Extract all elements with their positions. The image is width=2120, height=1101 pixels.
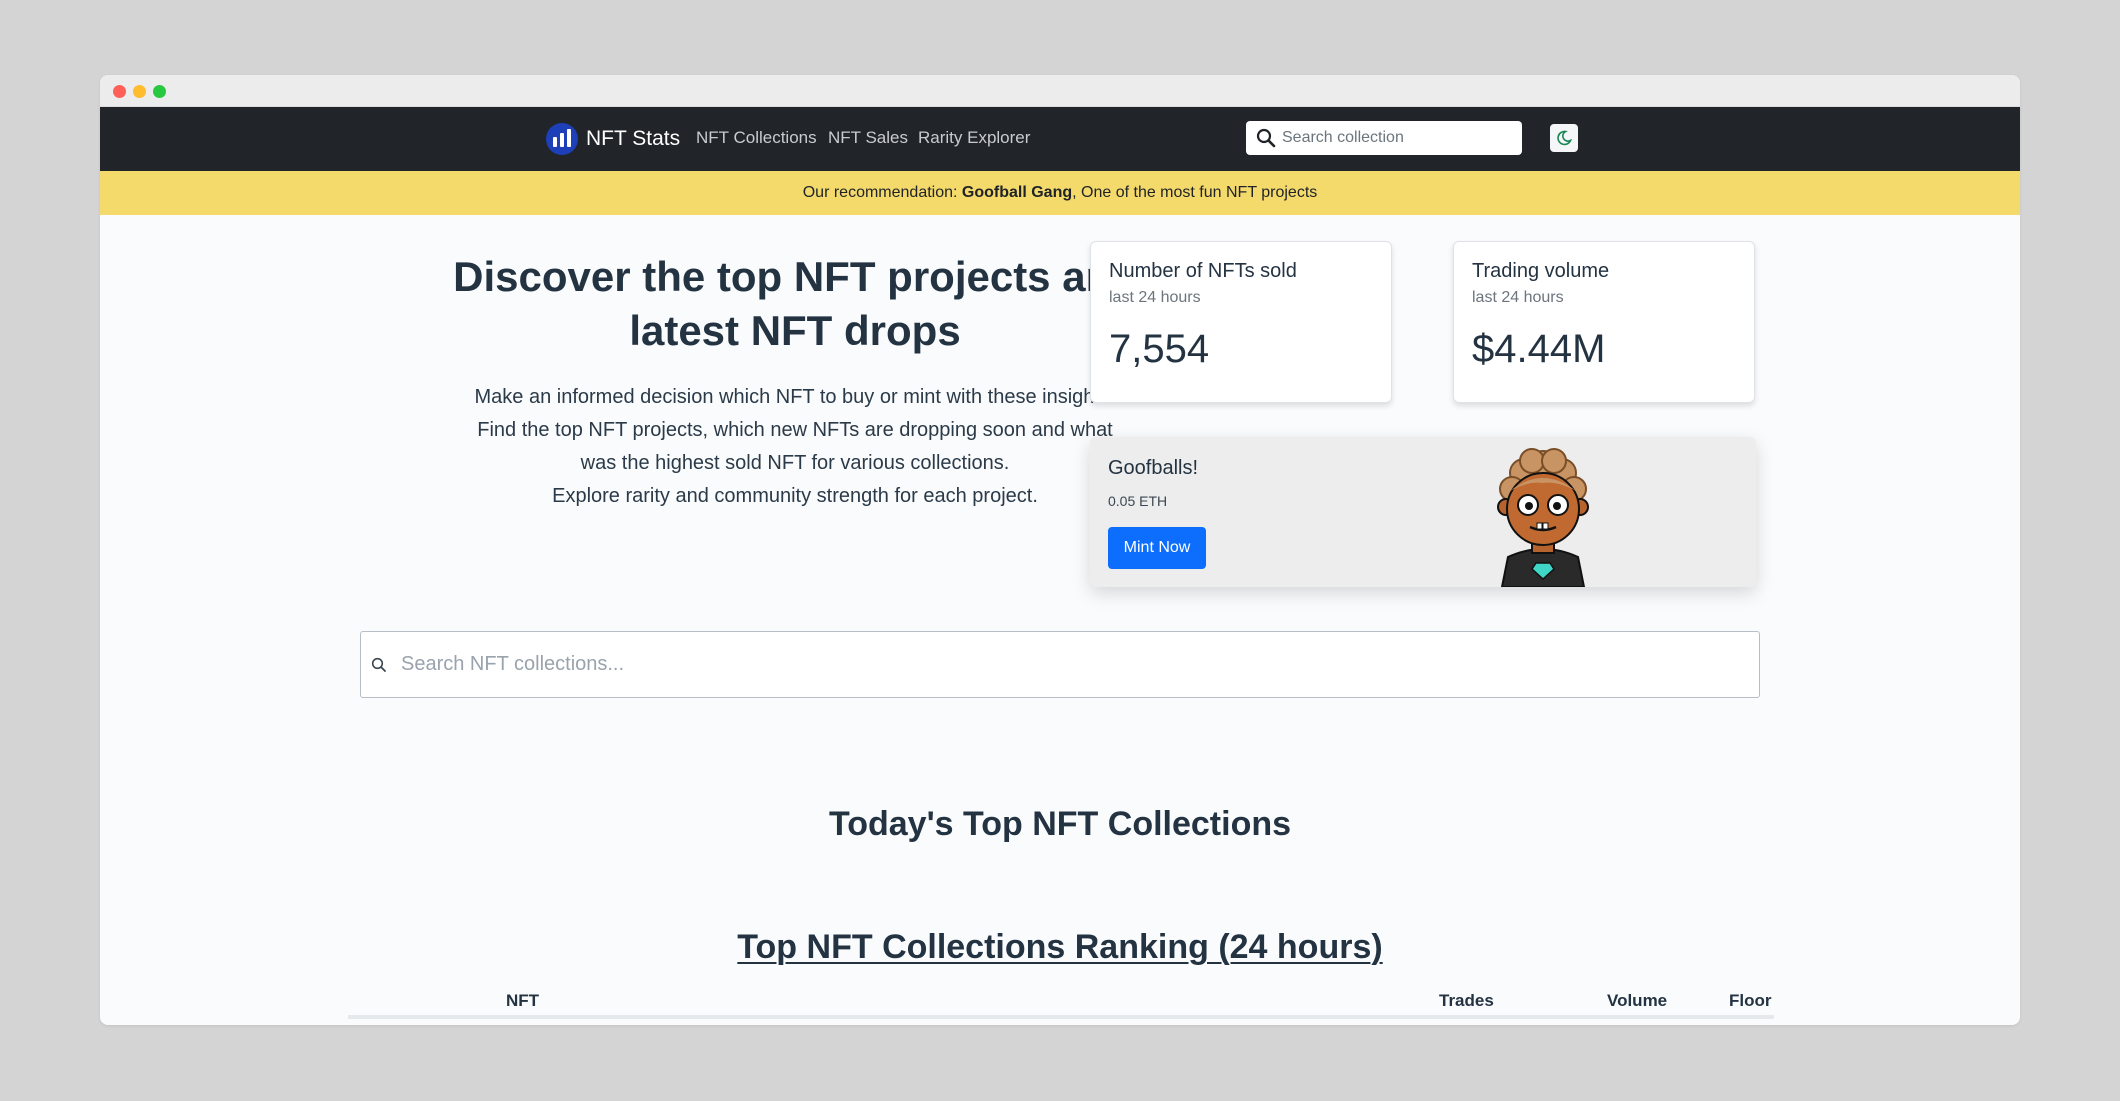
nav-link-nft-sales[interactable]: NFT Sales (828, 128, 908, 148)
hero-desc-line: Make an informed decision which NFT to b… (474, 386, 1116, 408)
hero-title-line-1: Discover the top NFT projects and (453, 253, 1137, 300)
search-icon (371, 657, 386, 672)
top-collections-heading: Today's Top NFT Collections (828, 805, 1292, 843)
brand-name: NFT Stats (586, 127, 681, 150)
ranking-table-header: NFT Trades Volume Floor (348, 983, 1774, 1019)
stat-subtitle: last 24 hours (1109, 289, 1201, 306)
banner-suffix: , One of the most fun NFT projects (1072, 184, 1318, 201)
minimize-window-button[interactable] (133, 85, 146, 98)
ranking-heading-link[interactable]: Top NFT Collections Ranking (24 hours) (100, 928, 2020, 967)
top-navbar: NFT Stats NFT Collections NFT Sales Rari… (100, 107, 2020, 171)
close-window-button[interactable] (113, 85, 126, 98)
stat-subtitle: last 24 hours (1472, 289, 1564, 306)
maximize-window-button[interactable] (153, 85, 166, 98)
theme-toggle-button[interactable] (1550, 124, 1578, 152)
window-titlebar (100, 75, 2020, 107)
column-header-trades[interactable]: Trades (1439, 991, 1494, 1011)
nav-link-rarity-explorer[interactable]: Rarity Explorer (918, 128, 1030, 148)
brand-link[interactable]: NFT Stats (546, 122, 680, 156)
banner-highlight-link[interactable]: Goofball Gang (962, 184, 1072, 202)
hero-desc-line: Explore rarity and community strength fo… (552, 485, 1038, 507)
column-header-floor[interactable]: Floor (1729, 991, 1772, 1011)
moon-icon (1557, 130, 1572, 146)
column-header-volume[interactable]: Volume (1607, 991, 1667, 1011)
mint-collection-name: Goofballs! (1108, 457, 1199, 479)
nav-search-input[interactable] (1282, 129, 1502, 147)
stat-card-trading-volume: Trading volume last 24 hours $4.44M (1453, 241, 1755, 403)
browser-window: NFT Stats NFT Collections NFT Sales Rari… (100, 75, 2020, 1025)
stat-title: Trading volume (1472, 260, 1610, 282)
nav-search-box[interactable] (1246, 121, 1522, 155)
brand-logo-icon (546, 123, 578, 155)
collection-search-input[interactable] (401, 653, 1701, 676)
mint-price: 0.05 ETH (1108, 493, 1168, 509)
collection-search-box[interactable] (360, 631, 1760, 698)
mint-promo-card: Goofballs! 0.05 ETH Mint Now (1090, 437, 1756, 587)
column-header-nft[interactable]: NFT (506, 991, 539, 1011)
stat-value: $4.44M (1472, 327, 1606, 371)
banner-prefix: Our recommendation: (802, 184, 958, 201)
stat-card-nfts-sold: Number of NFTs sold last 24 hours 7,554 (1090, 241, 1392, 403)
search-icon (1256, 128, 1276, 148)
stat-title: Number of NFTs sold (1109, 260, 1297, 282)
stat-value: 7,554 (1109, 327, 1210, 371)
recommendation-banner: Our recommendation: Goofball Gang, One o… (100, 171, 2020, 215)
nav-link-nft-collections[interactable]: NFT Collections (696, 128, 817, 148)
hero-desc-line: was the highest sold NFT for various col… (580, 452, 1010, 474)
hero-title-line-2: latest NFT drops (629, 307, 961, 354)
mint-now-button[interactable]: Mint Now (1108, 527, 1206, 569)
hero-desc-line: Find the top NFT projects, which new NFT… (477, 419, 1113, 441)
goofball-avatar-image (1497, 448, 1589, 587)
